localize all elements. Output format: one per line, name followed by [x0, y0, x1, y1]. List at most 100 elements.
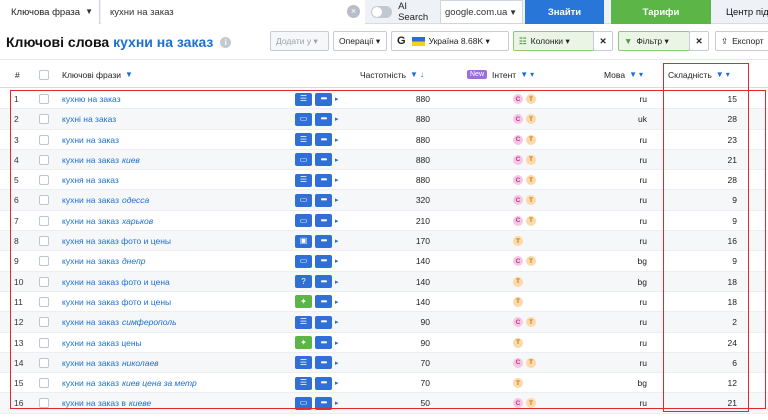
caret-right-icon[interactable]: ▸ [335, 339, 339, 347]
filter-icon[interactable]: ▼ [716, 70, 724, 79]
row-checkbox-cell[interactable] [39, 251, 49, 271]
chevron-down-icon[interactable]: ▾ [639, 70, 643, 79]
row-checkbox-cell[interactable] [39, 211, 49, 231]
row-checkbox[interactable] [39, 154, 49, 165]
list-icon[interactable]: ☰ [295, 315, 312, 329]
caret-right-icon[interactable]: ▸ [335, 379, 339, 387]
more-icon[interactable]: ••• [315, 356, 332, 370]
keyword-link[interactable]: кухни на заказ киев цена за метр [62, 373, 197, 393]
row-checkbox[interactable] [39, 276, 49, 287]
row-checkbox-cell[interactable] [39, 393, 49, 413]
row-checkbox-cell[interactable] [39, 333, 49, 353]
row-checkbox-cell[interactable] [39, 89, 49, 109]
caret-right-icon[interactable]: ▸ [335, 95, 339, 103]
row-checkbox[interactable] [39, 317, 49, 328]
list-icon[interactable]: ☰ [295, 92, 312, 106]
caret-right-icon[interactable]: ▸ [335, 136, 339, 144]
filter-icon[interactable]: ▼ [410, 70, 418, 79]
more-icon[interactable]: ••• [315, 193, 332, 207]
caret-right-icon[interactable]: ▸ [335, 318, 339, 326]
caret-right-icon[interactable]: ▸ [335, 359, 339, 367]
info-icon[interactable]: i [220, 37, 232, 48]
more-icon[interactable]: ••• [315, 275, 332, 289]
filter-icon[interactable]: ▼ [520, 70, 528, 79]
clear-icon[interactable]: × [347, 5, 360, 18]
list-icon[interactable]: ☰ [295, 173, 312, 187]
caret-right-icon[interactable]: ▸ [335, 278, 339, 286]
caret-right-icon[interactable]: ▸ [335, 298, 339, 306]
more-icon[interactable]: ••• [315, 153, 332, 167]
keyword-link[interactable]: кухня на заказ [62, 170, 119, 190]
row-checkbox[interactable] [39, 256, 49, 267]
keyword-link[interactable]: кухні на заказ [62, 109, 116, 129]
caret-right-icon[interactable]: ▸ [335, 176, 339, 184]
list-icon[interactable]: ☰ [295, 133, 312, 147]
caret-right-icon[interactable]: ▸ [335, 257, 339, 265]
search-input[interactable]: кухни на заказ × [101, 0, 365, 24]
chevron-down-icon[interactable]: ▾ [726, 70, 730, 79]
help-center-link[interactable]: Центр підтримки [726, 0, 768, 24]
keyword-link[interactable]: кухни на заказ фото и цена [62, 272, 170, 292]
more-icon[interactable]: ••• [315, 214, 332, 228]
column-header-difficulty[interactable]: Складність ▼ ▾ [668, 60, 730, 89]
more-icon[interactable]: ••• [315, 376, 332, 390]
chat-icon[interactable]: ▭ [295, 112, 312, 126]
row-checkbox-cell[interactable] [39, 292, 49, 312]
keyword-link[interactable]: кухни на заказ киев [62, 150, 140, 170]
chat-icon[interactable]: ▭ [295, 254, 312, 268]
reset-filter-button[interactable]: ✕ [689, 31, 709, 51]
columns-button[interactable]: ☷ Колонки ▾ [513, 31, 595, 51]
keyword-link[interactable]: кухни на заказ в киеве [62, 393, 151, 413]
more-icon[interactable]: ••• [315, 295, 332, 309]
caret-right-icon[interactable]: ▸ [335, 399, 339, 407]
database-region-button[interactable]: G Україна 8.68K ▾ [391, 31, 509, 51]
chat-icon[interactable]: ▭ [295, 153, 312, 167]
more-icon[interactable]: ••• [315, 396, 332, 410]
row-checkbox[interactable] [39, 134, 49, 145]
checkbox[interactable] [39, 69, 49, 80]
more-icon[interactable]: ••• [315, 336, 332, 350]
operations-button[interactable]: Операції ▾ [333, 31, 387, 51]
row-checkbox-cell[interactable] [39, 231, 49, 251]
more-icon[interactable]: ••• [315, 133, 332, 147]
toggle-switch[interactable] [371, 6, 393, 18]
keyword-link[interactable]: кухня на заказ фото и цены [62, 231, 171, 251]
row-checkbox-cell[interactable] [39, 190, 49, 210]
filter-icon[interactable]: ▼ [125, 70, 133, 79]
filter-button[interactable]: ▼ Фільтр ▾ [618, 31, 690, 51]
row-checkbox-cell[interactable] [39, 150, 49, 170]
sparkle-icon[interactable]: ✦ [295, 295, 312, 309]
caret-right-icon[interactable]: ▸ [335, 237, 339, 245]
chat-icon[interactable]: ▭ [295, 214, 312, 228]
keyword-link[interactable]: кухни на заказ днепр [62, 251, 145, 271]
row-checkbox[interactable] [39, 236, 49, 247]
row-checkbox[interactable] [39, 296, 49, 307]
find-button[interactable]: Знайти [525, 0, 604, 24]
sparkle-icon[interactable]: ✦ [295, 336, 312, 350]
row-checkbox[interactable] [39, 175, 49, 186]
chevron-down-icon[interactable]: ▾ [530, 70, 534, 79]
row-checkbox[interactable] [39, 215, 49, 226]
keyword-link[interactable]: кухни на заказ одесса [62, 190, 149, 210]
row-checkbox-cell[interactable] [39, 272, 49, 292]
row-checkbox-cell[interactable] [39, 109, 49, 129]
row-checkbox[interactable] [39, 337, 49, 348]
sort-desc-icon[interactable]: ↓ [420, 70, 424, 79]
more-icon[interactable]: ••• [315, 315, 332, 329]
column-header-volume[interactable]: Частотність ▼ ↓ [360, 60, 424, 89]
add-to-button[interactable]: Додати у ▾ [270, 31, 329, 51]
list-icon[interactable]: ☰ [295, 356, 312, 370]
row-checkbox[interactable] [39, 114, 49, 125]
keyword-link[interactable]: кухни на заказ фото и цены [62, 292, 171, 312]
more-icon[interactable]: ••• [315, 92, 332, 106]
more-icon[interactable]: ••• [315, 173, 332, 187]
row-checkbox-cell[interactable] [39, 130, 49, 150]
keyword-link[interactable]: кухни на заказ николаев [62, 353, 159, 373]
ai-search-toggle[interactable]: AI Search [368, 0, 438, 24]
keyword-link[interactable]: кухни на заказ симферополь [62, 312, 177, 332]
list-icon[interactable]: ☰ [295, 376, 312, 390]
image-icon[interactable]: ▣ [295, 234, 312, 248]
row-checkbox-cell[interactable] [39, 170, 49, 190]
caret-right-icon[interactable]: ▸ [335, 217, 339, 225]
database-select[interactable]: google.com.ua ▼ [440, 0, 523, 24]
